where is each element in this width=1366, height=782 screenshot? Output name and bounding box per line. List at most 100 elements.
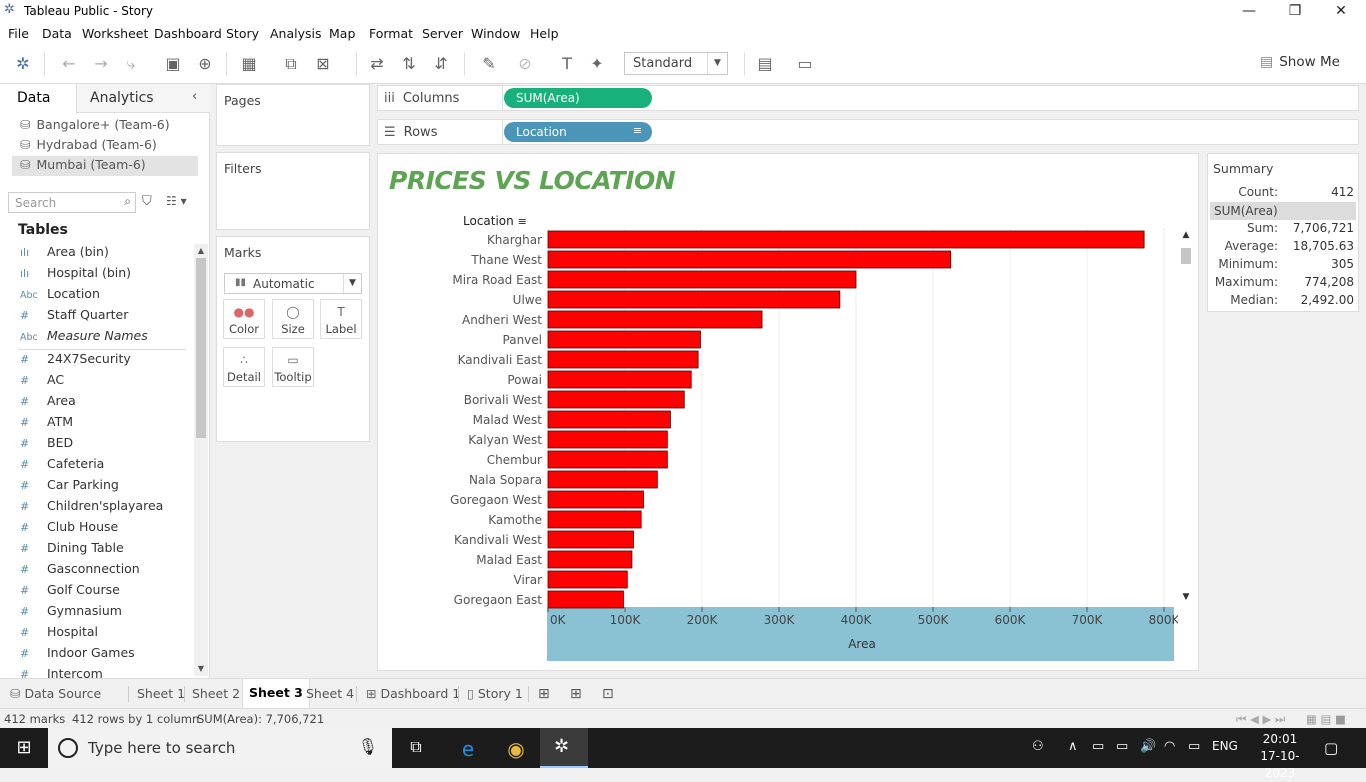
bar[interactable] (547, 550, 633, 569)
wifi-icon[interactable]: ◠ (1164, 739, 1175, 754)
category-label[interactable]: Chembur (487, 453, 542, 467)
group-icon[interactable]: ⊘ (514, 53, 536, 75)
tooltip-button[interactable]: ▭ Tooltip (272, 347, 314, 387)
highlight-icon[interactable]: ✎ (478, 53, 500, 75)
new-datasource-icon[interactable]: ⊕ (194, 53, 216, 75)
rows-shelf[interactable]: ☰ Rows Location ≡ (377, 119, 1359, 145)
bar[interactable] (547, 250, 952, 269)
presentation-mode-icon[interactable]: ▭ (794, 53, 816, 75)
battery-icon[interactable]: ▭ (1188, 739, 1200, 754)
category-label[interactable]: Kandivali East (458, 353, 543, 367)
filters-card[interactable]: Filters (216, 152, 370, 230)
menu-analysis[interactable]: Analysis (270, 26, 322, 41)
chart-scrollbar[interactable]: ▲ ▼ (1179, 230, 1193, 608)
chevron-up-icon[interactable]: ∧ (1068, 739, 1078, 754)
bar[interactable] (547, 410, 671, 429)
color-button[interactable]: ●● Color (223, 299, 265, 339)
replay-icon[interactable]: ⤷ (120, 53, 142, 75)
tab-sheet-3[interactable]: Sheet 3 (242, 679, 310, 709)
chrome-icon[interactable]: ◉ (504, 737, 528, 761)
field-item[interactable]: # Golf Course (20, 582, 120, 602)
sort-descending-icon[interactable]: ⇵ (430, 53, 452, 75)
bar[interactable] (547, 490, 644, 509)
menu-file[interactable]: File (8, 26, 29, 41)
undo-icon[interactable]: ← (58, 53, 80, 75)
field-item[interactable]: # Dining Table (20, 540, 124, 560)
pages-card[interactable]: Pages (216, 84, 370, 146)
bar[interactable] (547, 570, 628, 589)
tableau-home-icon[interactable]: ✲ (12, 53, 34, 75)
field-item[interactable]: # Car Parking (20, 477, 119, 497)
field-item[interactable]: # Children'splayarea (20, 498, 163, 518)
category-label[interactable]: Borivali West (464, 393, 543, 407)
category-label[interactable]: Malad West (473, 413, 543, 427)
category-label[interactable]: Kalyan West (468, 433, 542, 447)
bar[interactable] (547, 450, 668, 469)
columns-pill[interactable]: SUM(Area) (504, 88, 652, 108)
fit-select[interactable]: Standard ▼ (624, 52, 728, 75)
task-view-icon[interactable]: ⧉ (404, 737, 428, 759)
show-me-button[interactable]: ▤ Show Me (1260, 54, 1340, 70)
menu-dashboard[interactable]: Dashboard (154, 26, 222, 41)
menu-window[interactable]: Window (471, 26, 520, 41)
field-item[interactable]: Abc Location (20, 286, 100, 306)
menu-help[interactable]: Help (530, 26, 559, 41)
windows-start-icon[interactable]: ⊞ (12, 737, 36, 759)
bar[interactable] (547, 290, 841, 309)
field-list-scrollbar[interactable]: ▲ ▼ (194, 244, 208, 676)
field-item[interactable]: # Hospital (20, 624, 98, 644)
tab-data-source[interactable]: ⛁ Data Source (10, 686, 101, 701)
category-label[interactable]: Andheri West (462, 313, 542, 327)
field-item[interactable]: #24X7Security (20, 351, 131, 371)
scroll-down-icon[interactable]: ▼ (194, 662, 208, 676)
menu-map[interactable]: Map (329, 26, 355, 41)
new-story-icon[interactable]: ⊡ (602, 686, 614, 702)
field-item[interactable]: # Area (20, 393, 76, 413)
x-axis-title[interactable]: Area (848, 637, 876, 651)
field-item[interactable]: # BED (20, 435, 73, 455)
field-item[interactable]: ılı Hospital (bin) (20, 265, 131, 285)
monitor-icon[interactable]: ▭ (1116, 739, 1128, 754)
collapse-pane-icon[interactable]: ‹ (192, 89, 197, 104)
field-search-input[interactable]: Search ⌕ (8, 192, 136, 213)
show-cards-icon[interactable]: ▤ (754, 53, 776, 75)
field-item[interactable]: # ATM (20, 414, 73, 434)
field-item[interactable]: Abc Measure Names (20, 328, 148, 348)
category-label[interactable]: Mira Road East (452, 273, 542, 287)
bar[interactable] (547, 530, 634, 549)
new-worksheet-icon[interactable]: ⊞ (538, 686, 550, 702)
menu-format[interactable]: Format (369, 26, 413, 41)
row-header[interactable]: Location ≡ (463, 214, 527, 228)
fix-axes-icon[interactable]: ✦ (586, 53, 608, 75)
filter-icon[interactable]: ⛉ (142, 194, 152, 209)
field-item[interactable]: # Staff Quarter (20, 307, 128, 327)
network-icon[interactable]: ▭ (1092, 739, 1104, 754)
new-worksheet-icon[interactable]: ▦ (238, 53, 260, 75)
bar[interactable] (547, 390, 685, 409)
category-label[interactable]: Panvel (503, 333, 542, 347)
bar[interactable] (547, 370, 692, 389)
datasource-item[interactable]: ⛁ Mumbai (Team-6) (20, 157, 146, 172)
datasource-item[interactable]: ⛁ Hydrabad (Team-6) (20, 137, 157, 152)
close-icon[interactable]: ✕ (1318, 0, 1364, 22)
save-icon[interactable]: ▣ (162, 53, 184, 75)
scroll-up-icon[interactable]: ▲ (194, 244, 208, 258)
view-options-icon[interactable]: ☷ ▾ (166, 194, 187, 208)
field-item[interactable]: # Gymnasium (20, 603, 122, 623)
category-label[interactable]: Kharghar (487, 233, 542, 247)
redo-icon[interactable]: → (90, 53, 112, 75)
bar[interactable] (547, 230, 1145, 249)
view-canvas[interactable]: PRICES VS LOCATION Location ≡ Kharghar Th… (377, 153, 1199, 671)
tab-sheet-1[interactable]: Sheet 1 (137, 686, 185, 701)
scroll-down-icon[interactable]: ▼ (1179, 592, 1193, 602)
bar[interactable] (547, 590, 624, 609)
sort-ascending-icon[interactable]: ⇅ (398, 53, 420, 75)
labels-icon[interactable]: T (556, 53, 578, 75)
mark-type-select[interactable]: ▮▮ Automatic ▼ (224, 273, 362, 294)
sheet-nav-icon[interactable]: ⏮ ◀ ▶ ⏭ (1236, 712, 1285, 727)
scroll-up-icon[interactable]: ▲ (1179, 230, 1193, 240)
bar[interactable] (547, 470, 658, 489)
restore-icon[interactable]: ❐ (1272, 0, 1318, 22)
bar[interactable] (547, 430, 668, 449)
people-icon[interactable]: ⚇ (1032, 739, 1044, 754)
